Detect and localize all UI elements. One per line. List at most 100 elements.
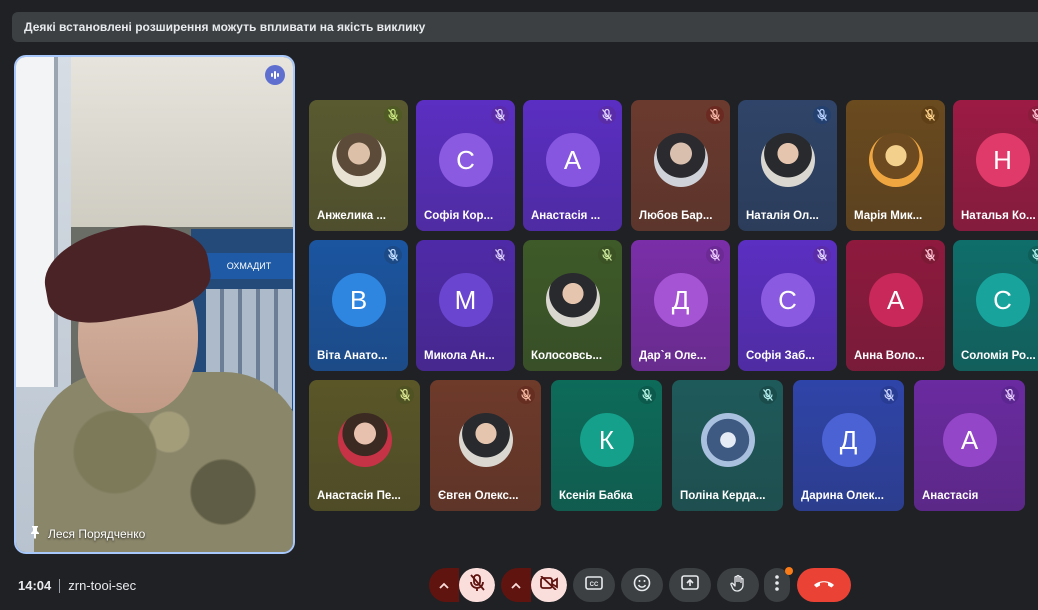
participant-name: Марія Мик...: [854, 210, 923, 222]
camera-off-icon: [540, 574, 558, 595]
participant-photo: [458, 413, 513, 467]
participant-name: Микола Ан...: [424, 350, 495, 362]
raise-hand-button[interactable]: [717, 568, 759, 602]
participant-tile[interactable]: Анжелика ...: [309, 100, 408, 231]
mic-muted-icon: [638, 386, 656, 404]
closed-captions-icon: CC: [585, 575, 603, 595]
mic-off-icon: [469, 573, 485, 597]
pin-icon[interactable]: [30, 526, 40, 542]
mic-muted-icon: [1028, 246, 1038, 264]
end-call-button[interactable]: [797, 568, 851, 602]
participant-tile[interactable]: А Анастасія: [914, 380, 1025, 511]
chevron-up-icon: [511, 576, 521, 594]
participant-tile[interactable]: А Анастасія ...: [523, 100, 622, 231]
mic-muted-icon: [384, 106, 402, 124]
present-screen-button[interactable]: [669, 568, 711, 602]
mic-options-button[interactable]: [429, 568, 459, 602]
participant-tile[interactable]: Колосовсь...: [523, 240, 622, 371]
participant-name: Наталья Ко...: [961, 210, 1036, 222]
meeting-info: 14:04 zrn-tooi-sec: [18, 578, 136, 593]
microphone-toggle-button[interactable]: [459, 568, 495, 602]
participant-name: Анастасія ...: [531, 210, 601, 222]
mic-muted-icon: [921, 106, 939, 124]
participant-tile[interactable]: Наталія Ол...: [738, 100, 837, 231]
participant-tile[interactable]: Любов Бар...: [631, 100, 730, 231]
participant-name: Поліна Керда...: [680, 490, 766, 502]
participant-initial-avatar: Д: [653, 273, 708, 327]
participant-tile[interactable]: Д Дарина Олек...: [793, 380, 904, 511]
participant-tile[interactable]: Поліна Керда...: [672, 380, 783, 511]
extensions-warning-banner: Деякі встановлені розширення можуть впли…: [12, 12, 1038, 42]
camera-toggle-button[interactable]: [531, 568, 567, 602]
hand-icon: [729, 574, 747, 597]
participant-tile[interactable]: Д Дар`я Оле...: [631, 240, 730, 371]
participant-initial-avatar: Н: [975, 133, 1030, 187]
participant-tile[interactable]: А Анна Воло...: [846, 240, 945, 371]
participant-name: Дар`я Оле...: [639, 350, 707, 362]
participant-initial-avatar: С: [975, 273, 1030, 327]
participant-name: Ксенія Бабка: [559, 490, 633, 502]
camera-control-group: [501, 568, 567, 602]
participant-name: Софія Заб...: [746, 350, 815, 362]
participant-name: Віта Анато...: [317, 350, 388, 362]
participant-tile[interactable]: Марія Мик...: [846, 100, 945, 231]
participant-photo: [760, 133, 815, 187]
more-options-button[interactable]: [764, 567, 793, 602]
participant-initial-avatar: В: [331, 273, 386, 327]
camera-options-button[interactable]: [501, 568, 531, 602]
divider: [59, 578, 61, 593]
participant-tile[interactable]: С Софія Заб...: [738, 240, 837, 371]
captions-button[interactable]: CC: [573, 568, 615, 602]
participant-initial-avatar: К: [579, 413, 634, 467]
participant-initial-avatar: Д: [821, 413, 876, 467]
speaker-name-row: Леся Порядченко: [30, 526, 145, 542]
participant-tile[interactable]: Анастасія Пе...: [309, 380, 420, 511]
participant-tile[interactable]: Н Наталья Ко...: [953, 100, 1038, 231]
participant-tile[interactable]: М Микола Ан...: [416, 240, 515, 371]
mic-muted-icon: [706, 246, 724, 264]
more-vert-icon: [775, 574, 779, 596]
participant-initial-avatar: А: [942, 413, 997, 467]
participant-initial-avatar: С: [760, 273, 815, 327]
present-control: [669, 568, 711, 602]
meeting-code: zrn-tooi-sec: [68, 578, 137, 593]
participant-tile[interactable]: Євген Олекс...: [430, 380, 541, 511]
participant-name: Євген Олекс...: [438, 490, 519, 502]
participant-tile[interactable]: К Ксенія Бабка: [551, 380, 662, 511]
chevron-up-icon: [439, 576, 449, 594]
participant-photo: [337, 413, 392, 467]
participant-name: Колосовсь...: [531, 350, 603, 362]
participant-name: Анжелика ...: [317, 210, 386, 222]
mic-muted-icon: [706, 106, 724, 124]
participant-tile[interactable]: С Софія Кор...: [416, 100, 515, 231]
participant-initial-avatar: С: [438, 133, 493, 187]
raise-hand-control: [717, 568, 759, 602]
participant-photo: [700, 413, 755, 467]
speaking-indicator-icon: [265, 65, 285, 85]
mic-muted-icon: [491, 106, 509, 124]
clock: 14:04: [18, 578, 52, 593]
phone-hangup-icon: [813, 576, 835, 594]
participant-name: Соломія Ро...: [961, 350, 1036, 362]
participant-photo: [653, 133, 708, 187]
speaker-name: Леся Порядченко: [48, 527, 146, 541]
participant-name: Наталія Ол...: [746, 210, 819, 222]
speaker-video: ОХМАДИТ: [16, 57, 293, 552]
participant-name: Софія Кор...: [424, 210, 494, 222]
reactions-button[interactable]: [621, 568, 663, 602]
mic-muted-icon: [759, 386, 777, 404]
participant-tile[interactable]: В Віта Анато...: [309, 240, 408, 371]
mic-muted-icon: [880, 386, 898, 404]
mic-muted-icon: [384, 246, 402, 264]
mic-muted-icon: [1028, 106, 1038, 124]
participant-name: Любов Бар...: [639, 210, 713, 222]
captions-control: CC: [573, 568, 615, 602]
end-call-control: [797, 568, 851, 602]
participant-initial-avatar: М: [438, 273, 493, 327]
emoji-icon: [633, 574, 651, 597]
participant-photo: [868, 133, 923, 187]
mic-muted-icon: [813, 246, 831, 264]
main-speaker-tile[interactable]: ОХМАДИТ Леся Порядченко: [14, 55, 295, 554]
participant-tile[interactable]: С Соломія Ро...: [953, 240, 1038, 371]
present-screen-icon: [681, 575, 699, 595]
